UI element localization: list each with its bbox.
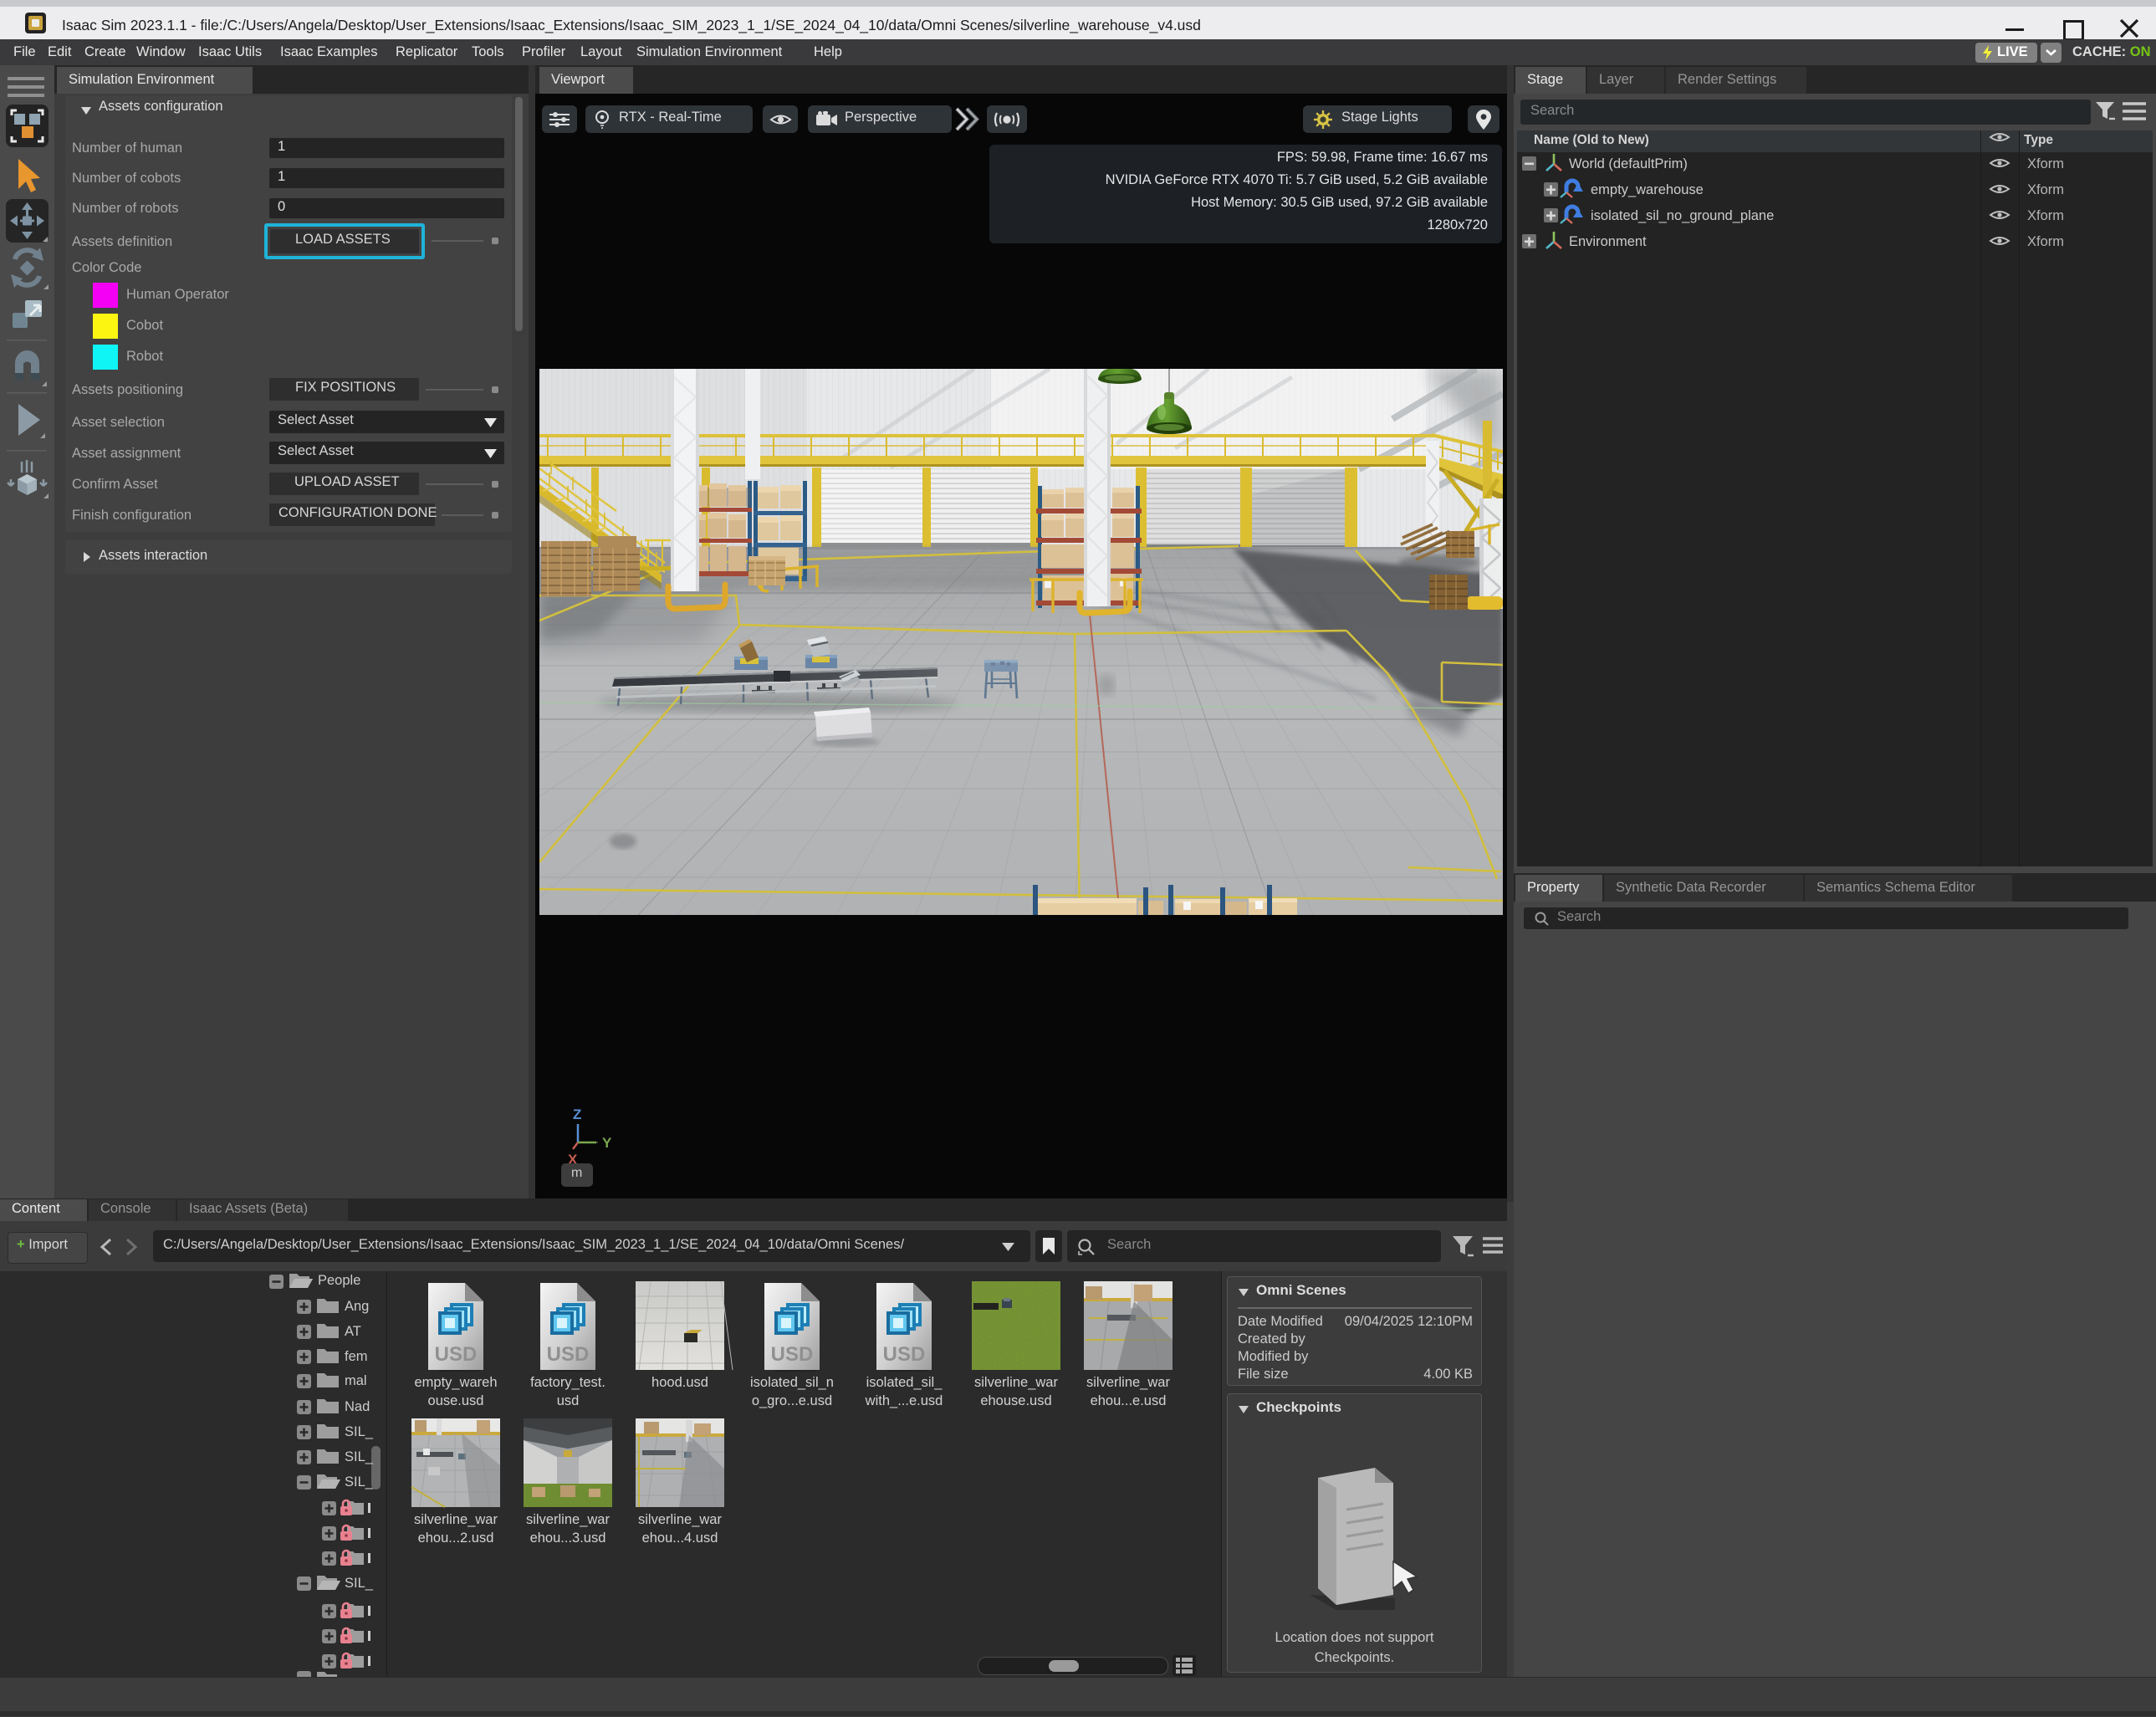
svg-text:isolated_sil_: isolated_sil_ [866, 1375, 943, 1390]
svg-text:silverline_war: silverline_war [638, 1512, 722, 1527]
svg-text:hood.usd: hood.usd [651, 1375, 708, 1390]
svg-text:ehou...2.usd: ehou...2.usd [418, 1530, 494, 1546]
svg-text:silverline_war: silverline_war [1086, 1375, 1170, 1390]
svg-text:factory_test.: factory_test. [530, 1375, 605, 1390]
svg-text:ehou...4.usd: ehou...4.usd [642, 1530, 718, 1546]
svg-text:silverline_war: silverline_war [974, 1375, 1058, 1390]
svg-text:Z: Z [573, 1106, 581, 1122]
svg-text:isolated_sil_n: isolated_sil_n [750, 1375, 834, 1390]
svg-text:with_...e.usd: with_...e.usd [865, 1393, 943, 1408]
svg-text:ehouse.usd: ehouse.usd [980, 1393, 1051, 1408]
svg-text:silverline_war: silverline_war [414, 1512, 498, 1527]
svg-text:ouse.usd: ouse.usd [428, 1393, 484, 1408]
svg-text:ehou...e.usd: ehou...e.usd [1091, 1393, 1167, 1408]
svg-text:Y: Y [602, 1135, 612, 1151]
svg-text:ehou...3.usd: ehou...3.usd [530, 1530, 606, 1546]
svg-text:empty_wareh: empty_wareh [414, 1375, 497, 1390]
svg-text:o_gro...e.usd: o_gro...e.usd [752, 1393, 832, 1408]
svg-text:usd: usd [557, 1393, 580, 1408]
svg-text:silverline_war: silverline_war [526, 1512, 610, 1527]
